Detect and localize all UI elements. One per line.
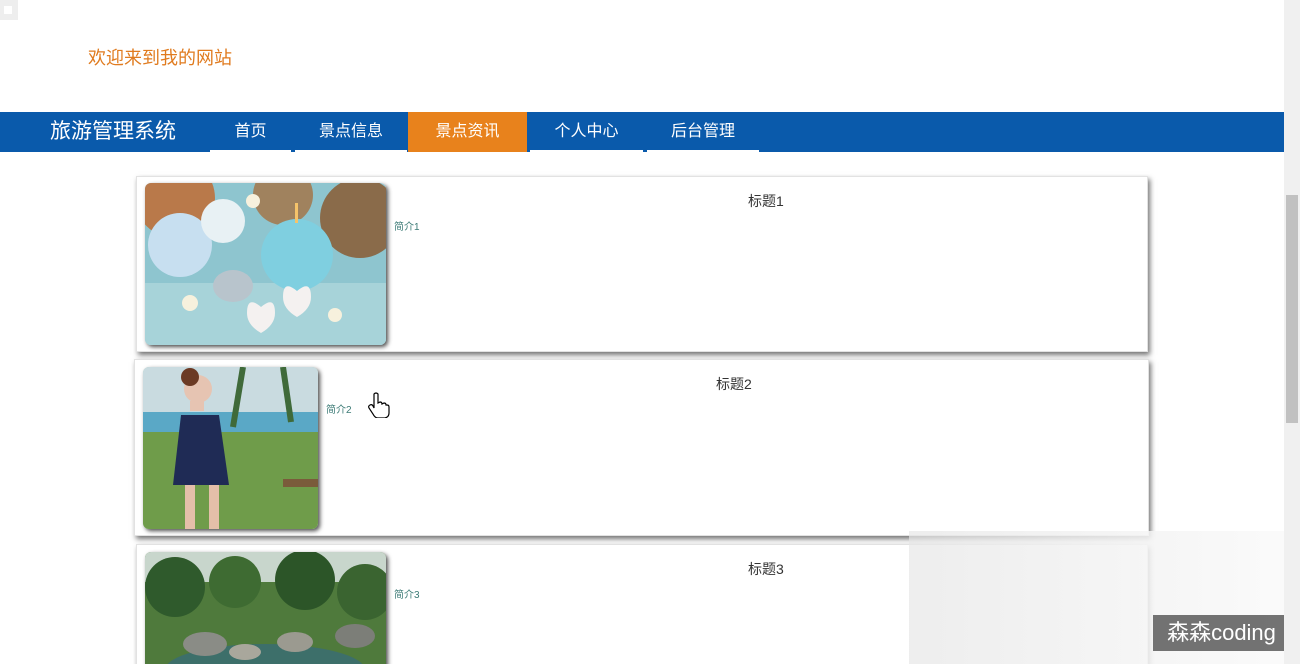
news-summary: 简介1 <box>394 222 420 233</box>
nav-item-admin[interactable]: 后台管理 <box>647 112 759 152</box>
news-title[interactable]: 标题3 <box>748 559 784 579</box>
news-card[interactable]: 标题1 简介1 <box>136 176 1148 352</box>
nav-item-news[interactable]: 景点资讯 <box>408 112 527 152</box>
main-nav-bar: 旅游管理系统 首页 景点信息 景点资讯 个人中心 后台管理 <box>0 112 1284 152</box>
watermark-label: 森森coding <box>1153 615 1290 651</box>
nav-item-attractions[interactable]: 景点信息 <box>295 112 407 152</box>
nav-item-profile[interactable]: 个人中心 <box>530 112 643 152</box>
nav-item-home[interactable]: 首页 <box>210 112 291 152</box>
news-summary: 简介2 <box>326 405 352 416</box>
page-scrollbar[interactable] <box>1284 0 1300 664</box>
site-brand: 旅游管理系统 <box>50 120 176 143</box>
broken-image-icon <box>0 0 18 20</box>
news-thumbnail[interactable] <box>145 183 386 345</box>
news-card[interactable]: 标题2 简介2 <box>134 359 1149 536</box>
news-thumbnail[interactable] <box>143 367 318 529</box>
news-thumbnail[interactable] <box>145 552 386 664</box>
news-title[interactable]: 标题2 <box>716 374 752 394</box>
news-summary: 简介3 <box>394 590 420 601</box>
welcome-text: 欢迎来到我的网站 <box>88 48 232 68</box>
scrollbar-thumb[interactable] <box>1286 195 1298 423</box>
news-title[interactable]: 标题1 <box>748 191 784 211</box>
hand-pointer-icon <box>368 392 390 418</box>
